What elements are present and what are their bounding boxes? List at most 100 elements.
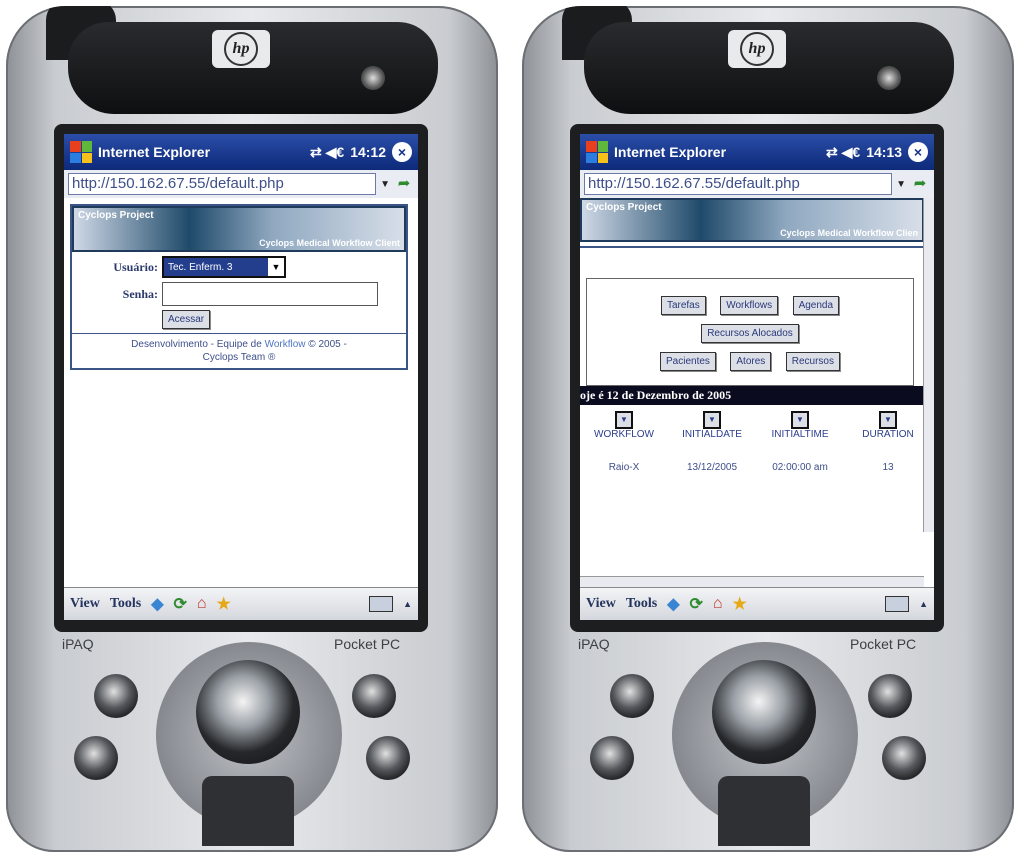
table-row[interactable]: Raio-X 13/12/2005 02:00:00 am 13 xyxy=(580,462,934,473)
clock[interactable]: 14:12 xyxy=(350,144,386,160)
contacts-hw-button[interactable] xyxy=(74,736,118,780)
recursos-button[interactable]: Recursos xyxy=(785,352,840,371)
connectivity-volume-icons[interactable]: ⇄ ◀€ xyxy=(826,144,860,161)
column-header[interactable]: ▼ WORKFLOW xyxy=(580,411,668,440)
inbox-hw-button[interactable] xyxy=(868,674,912,718)
ie-command-bar: View Tools ◆ ⟳ ⌂ ★ ▲ xyxy=(64,587,418,620)
column-header[interactable]: ▼ INITIALDATE xyxy=(668,411,756,440)
favorites-star-icon[interactable]: ★ xyxy=(217,594,231,614)
date-header: oje é 12 de Dezembro de 2005 xyxy=(580,386,934,405)
user-label: Usuário: xyxy=(113,259,158,274)
chevron-down-icon[interactable]: ▼ xyxy=(268,258,284,276)
tarefas-button[interactable]: Tarefas xyxy=(660,296,706,315)
start-menu-icon[interactable] xyxy=(70,141,92,163)
table-cell: 13 xyxy=(882,462,894,473)
vertical-scrollbar[interactable] xyxy=(923,198,934,532)
clock[interactable]: 14:13 xyxy=(866,144,902,160)
banner-project-label: Cyclops Project xyxy=(586,202,662,213)
chevron-down-icon[interactable]: ▼ xyxy=(896,179,906,190)
pocket-pc-device-left: hp Internet Explorer ⇄ ◀€ 14:12 × http:/… xyxy=(6,6,498,852)
address-bar: http://150.162.67.55/default.php ▼ ➦ xyxy=(580,170,934,199)
pacientes-button[interactable]: Pacientes xyxy=(660,352,716,371)
recursos-alocados-button[interactable]: Recursos Alocados xyxy=(701,324,799,343)
column-header[interactable]: ▼ DURATION xyxy=(844,411,932,440)
main-menu: Tarefas Workflows Agenda Recursos Alocad… xyxy=(586,278,914,386)
column-header[interactable]: ▼ INITIALTIME xyxy=(756,411,844,440)
view-menu[interactable]: View xyxy=(70,596,100,612)
atores-button[interactable]: Atores xyxy=(730,352,772,371)
url-input[interactable]: http://150.162.67.55/default.php xyxy=(68,173,377,195)
tools-menu[interactable]: Tools xyxy=(110,596,141,612)
status-led xyxy=(877,66,901,90)
menu-panel: Cyclops Project Cyclops Medical Workflow… xyxy=(580,198,924,386)
ipaq-label: iPAQ xyxy=(578,636,610,652)
keyboard-icon[interactable] xyxy=(369,596,394,612)
fingerprint-reader xyxy=(202,776,294,846)
password-label: Senha: xyxy=(122,286,158,301)
login-form: Usuário: Tec. Enferm. 3 ▼ Senha: Acessar xyxy=(72,256,406,329)
back-icon[interactable]: ◆ xyxy=(151,594,163,614)
refresh-icon[interactable]: ⟳ xyxy=(174,594,187,614)
view-menu[interactable]: View xyxy=(586,596,616,612)
sort-dropdown-icon[interactable]: ▼ xyxy=(703,411,721,429)
banner-project-label: Cyclops Project xyxy=(78,210,154,221)
navigation-pad[interactable] xyxy=(196,660,300,764)
url-input[interactable]: http://150.162.67.55/default.php xyxy=(584,173,893,195)
status-led xyxy=(361,66,385,90)
close-icon[interactable]: × xyxy=(392,142,412,162)
ipaq-label: iPAQ xyxy=(62,636,94,652)
window-title: Internet Explorer xyxy=(614,144,727,160)
go-arrow-icon[interactable]: ➦ xyxy=(910,174,930,194)
ipaq-menu-hw-button[interactable] xyxy=(882,736,926,780)
home-icon[interactable]: ⌂ xyxy=(197,595,207,613)
table-cell: 02:00:00 am xyxy=(772,462,828,473)
workflow-table-header: ▼ WORKFLOW ▼ INITIALDATE ▼ INITIALTIME ▼ DUR… xyxy=(580,411,934,440)
password-input[interactable] xyxy=(162,282,378,306)
pocket-pc-device-right: hp Internet Explorer ⇄ ◀€ 14:13 × http:/… xyxy=(522,6,1014,852)
user-select[interactable]: Tec. Enferm. 3 ▼ xyxy=(162,256,286,278)
banner-subtitle: Cyclops Medical Workflow Client xyxy=(259,238,400,248)
start-menu-icon[interactable] xyxy=(586,141,608,163)
close-icon[interactable]: × xyxy=(908,142,928,162)
divider xyxy=(580,246,924,248)
ipaq-menu-hw-button[interactable] xyxy=(366,736,410,780)
calendar-hw-button[interactable] xyxy=(94,674,138,718)
sort-dropdown-icon[interactable]: ▼ xyxy=(879,411,897,429)
contacts-hw-button[interactable] xyxy=(590,736,634,780)
sort-dropdown-icon[interactable]: ▼ xyxy=(791,411,809,429)
tools-menu[interactable]: Tools xyxy=(626,596,657,612)
workflows-button[interactable]: Workflows xyxy=(720,296,779,315)
pocket-pc-label: Pocket PC xyxy=(850,636,917,652)
page-content: Cyclops Project Cyclops Medical Workflow… xyxy=(580,198,934,588)
pocket-pc-label: Pocket PC xyxy=(334,636,401,652)
banner-subtitle: Cyclops Medical Workflow Clien xyxy=(780,228,918,238)
ie-command-bar: View Tools ◆ ⟳ ⌂ ★ ▲ xyxy=(580,587,934,620)
agenda-button[interactable]: Agenda xyxy=(792,296,840,315)
login-button[interactable]: Acessar xyxy=(162,310,211,329)
back-icon[interactable]: ◆ xyxy=(667,594,679,614)
cyclops-banner: Cyclops Project Cyclops Medical Workflow… xyxy=(72,206,406,252)
inbox-hw-button[interactable] xyxy=(352,674,396,718)
window-title: Internet Explorer xyxy=(98,144,211,160)
refresh-icon[interactable]: ⟳ xyxy=(690,594,703,614)
cyclops-banner: Cyclops Project Cyclops Medical Workflow… xyxy=(580,198,924,242)
table-cell: 13/12/2005 xyxy=(686,462,738,473)
go-arrow-icon[interactable]: ➦ xyxy=(394,174,414,194)
title-bar: Internet Explorer ⇄ ◀€ 14:13 × xyxy=(580,134,934,170)
home-icon[interactable]: ⌂ xyxy=(713,595,723,613)
chevron-down-icon[interactable]: ▼ xyxy=(380,179,390,190)
navigation-pad[interactable] xyxy=(712,660,816,764)
keyboard-icon[interactable] xyxy=(885,596,910,612)
calendar-hw-button[interactable] xyxy=(610,674,654,718)
sort-dropdown-icon[interactable]: ▼ xyxy=(615,411,633,429)
device-screen: Internet Explorer ⇄ ◀€ 14:13 × http://15… xyxy=(580,134,934,620)
page-content: Cyclops Project Cyclops Medical Workflow… xyxy=(64,198,418,588)
title-bar: Internet Explorer ⇄ ◀€ 14:12 × xyxy=(64,134,418,170)
address-bar: http://150.162.67.55/default.php ▼ ➦ xyxy=(64,170,418,199)
favorites-star-icon[interactable]: ★ xyxy=(733,594,747,614)
connectivity-volume-icons[interactable]: ⇄ ◀€ xyxy=(310,144,344,161)
footer-credits: Desenvolvimento - Equipe de Workflow © 2… xyxy=(72,333,406,368)
chevron-up-icon[interactable]: ▲ xyxy=(403,599,412,609)
workflow-link[interactable]: Workflow xyxy=(265,339,306,350)
chevron-up-icon[interactable]: ▲ xyxy=(919,599,928,609)
